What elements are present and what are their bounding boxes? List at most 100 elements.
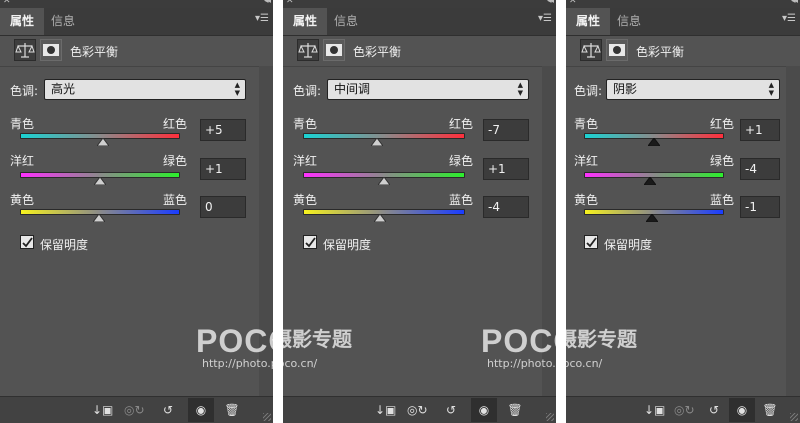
panel-bottom-toolbar: ↓▣ ◎↻ ↺ ◉ 🗑 (0, 396, 273, 423)
label-cyan: 青色 (574, 117, 599, 131)
eye-icon[interactable]: ◉ (471, 398, 497, 422)
tone-label: 色调: (293, 84, 322, 98)
panel-title-bar: ✕ ◂◂ (566, 0, 800, 8)
tone-label: 色调: (574, 84, 603, 98)
view-previous-icon[interactable]: ◎↻ (674, 401, 695, 419)
collapse-icon[interactable]: ◂◂ (547, 0, 554, 6)
tab-info[interactable]: 信息 (46, 8, 80, 35)
adjustment-title: 色彩平衡 (70, 45, 119, 59)
close-icon[interactable]: ✕ (286, 0, 294, 6)
watermark-brand: POCO (481, 323, 556, 359)
watermark: POCO (196, 323, 273, 360)
preserve-luminosity-label: 保留明度 (40, 238, 89, 252)
mask-icon[interactable] (606, 39, 628, 61)
tab-properties[interactable]: 属性 (0, 8, 44, 35)
trash-icon[interactable]: 🗑 (505, 401, 525, 419)
tone-select[interactable]: 阴影 ▲ ▼ (606, 79, 780, 100)
preserve-luminosity-label: 保留明度 (323, 238, 372, 252)
reset-icon[interactable]: ↺ (158, 401, 178, 419)
watermark-brand: POCO (196, 323, 273, 359)
yellow-blue-slider-thumb[interactable] (373, 214, 386, 222)
view-previous-icon[interactable]: ◎↻ (407, 401, 428, 419)
select-arrows-icon: ▲ ▼ (234, 81, 240, 97)
tab-properties[interactable]: 属性 (566, 8, 610, 35)
close-icon[interactable]: ✕ (3, 0, 11, 6)
watermark-url: http://photo.poco.cn/ (202, 357, 318, 370)
tone-select-value: 高光 (51, 82, 76, 96)
resize-grip-icon[interactable] (263, 413, 271, 421)
label-yellow: 黄色 (10, 193, 35, 207)
tone-select[interactable]: 高光 ▲ ▼ (44, 79, 246, 100)
label-yellow: 黄色 (574, 193, 599, 207)
trash-icon[interactable]: 🗑 (222, 401, 242, 419)
scales-icon[interactable] (14, 39, 36, 61)
magenta-green-value-field[interactable]: -4 (740, 158, 780, 180)
magenta-green-slider-thumb[interactable] (644, 177, 657, 185)
mask-icon[interactable] (40, 39, 62, 61)
reset-icon[interactable]: ↺ (441, 401, 461, 419)
tone-select[interactable]: 中间调 ▲ ▼ (327, 79, 529, 100)
cyan-red-slider-thumb[interactable] (96, 138, 109, 146)
watermark-overlay-left: 摄影专题 http://photo.poco.cn/ (202, 323, 352, 370)
panel-tab-bar: 属性 信息 ▾☰ (0, 8, 273, 36)
cyan-red-value-field[interactable]: +5 (200, 119, 246, 141)
yellow-blue-value-field[interactable]: 0 (200, 196, 246, 218)
eye-icon[interactable]: ◉ (188, 398, 214, 422)
preserve-luminosity-checkbox[interactable] (584, 235, 598, 249)
yellow-blue-value-field[interactable]: -1 (740, 196, 780, 218)
eye-icon[interactable]: ◉ (729, 398, 755, 422)
collapse-icon[interactable]: ◂◂ (264, 0, 271, 6)
close-icon[interactable]: ✕ (569, 0, 577, 6)
clip-to-layer-icon[interactable]: ↓▣ (375, 401, 396, 419)
label-red: 红色 (449, 117, 474, 131)
panel-scrollbar[interactable] (786, 66, 800, 397)
cyan-red-slider[interactable] (303, 133, 465, 139)
view-previous-icon[interactable]: ◎↻ (124, 401, 145, 419)
mask-icon[interactable] (323, 39, 345, 61)
scales-icon[interactable] (580, 39, 602, 61)
scales-icon[interactable] (297, 39, 319, 61)
clip-to-layer-icon[interactable]: ↓▣ (92, 401, 113, 419)
label-magenta: 洋红 (293, 154, 318, 168)
tab-info[interactable]: 信息 (612, 8, 646, 35)
resize-grip-icon[interactable] (790, 413, 798, 421)
reset-icon[interactable]: ↺ (704, 401, 724, 419)
yellow-blue-value-field[interactable]: -4 (483, 196, 529, 218)
cyan-red-slider-thumb[interactable] (371, 138, 384, 146)
yellow-blue-slider-thumb[interactable] (93, 214, 105, 222)
adjustment-title: 色彩平衡 (353, 45, 402, 59)
adjustment-header: 色彩平衡 (0, 36, 273, 67)
cyan-red-slider-thumb[interactable] (647, 138, 660, 146)
cyan-red-value-field[interactable]: +1 (740, 119, 780, 141)
watermark-url: http://photo.poco.cn/ (487, 357, 603, 370)
collapse-icon[interactable]: ◂◂ (791, 0, 798, 6)
resize-grip-icon[interactable] (546, 413, 554, 421)
panel-tab-bar: 属性 信息 ▾☰ (283, 8, 556, 36)
yellow-blue-slider-thumb[interactable] (646, 214, 659, 222)
label-magenta: 洋红 (574, 154, 599, 168)
clip-to-layer-icon[interactable]: ↓▣ (644, 401, 665, 419)
panel-menu-icon[interactable]: ▾☰ (538, 13, 552, 24)
cyan-red-value-field[interactable]: -7 (483, 119, 529, 141)
panel-menu-icon[interactable]: ▾☰ (782, 13, 796, 24)
label-red: 红色 (163, 117, 188, 131)
magenta-green-value-field[interactable]: +1 (483, 158, 529, 180)
tab-properties[interactable]: 属性 (283, 8, 327, 35)
select-arrows-icon: ▲ ▼ (768, 81, 774, 97)
label-blue: 蓝色 (449, 193, 474, 207)
magenta-green-slider-thumb[interactable] (93, 177, 106, 185)
trash-icon[interactable]: 🗑 (760, 401, 780, 419)
panel-bottom-toolbar: ↓▣ ◎↻ ↺ ◉ 🗑 (566, 396, 800, 423)
label-cyan: 青色 (293, 117, 318, 131)
select-arrows-icon: ▲ ▼ (517, 81, 523, 97)
magenta-green-slider-thumb[interactable] (377, 177, 390, 185)
panel-bottom-toolbar: ↓▣ ◎↻ ↺ ◉ 🗑 (283, 396, 556, 423)
tab-info[interactable]: 信息 (329, 8, 363, 35)
tone-select-value: 中间调 (334, 82, 371, 96)
preserve-luminosity-checkbox[interactable] (303, 235, 317, 249)
magenta-green-value-field[interactable]: +1 (200, 158, 246, 180)
preserve-luminosity-checkbox[interactable] (20, 235, 34, 249)
tone-select-value: 阴影 (613, 82, 638, 96)
panel-menu-icon[interactable]: ▾☰ (255, 13, 269, 24)
adjustment-header: 色彩平衡 (283, 36, 556, 67)
